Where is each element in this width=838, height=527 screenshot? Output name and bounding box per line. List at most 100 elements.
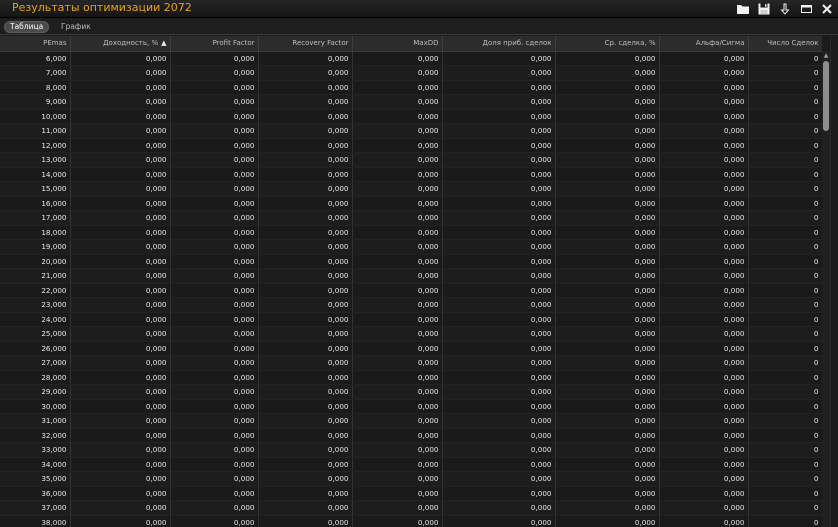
table-cell: 0,000 xyxy=(70,123,171,139)
table-row[interactable]: 21,000 0,000 0,000 0,000 0,000 0,000 0,000 0,00… xyxy=(0,268,822,284)
table-cell: 0,000 xyxy=(555,254,660,269)
maximize-icon[interactable] xyxy=(799,2,813,16)
table-cell: 0,000 xyxy=(258,94,353,110)
table-row[interactable]: 22,000 0,000 0,000 0,000 0,000 0,000 0,000 0,00… xyxy=(0,283,822,298)
table-row[interactable]: 8,000 0,000 0,000 0,000 0,000 0,000 0,000 0,000… xyxy=(0,80,822,95)
scroll-up-icon[interactable]: ▲ xyxy=(822,51,830,60)
table-row[interactable]: 19,000 0,000 0,000 0,000 0,000 0,000 0,000 0,00… xyxy=(0,239,822,255)
column-header-profit-factor[interactable]: Profit Factor xyxy=(170,36,259,52)
table-row[interactable]: 31,000 0,000 0,000 0,000 0,000 0,000 0,000 0,00… xyxy=(0,413,822,429)
table-cell: 0 xyxy=(748,196,822,211)
table-row[interactable]: 15,000 0,000 0,000 0,000 0,000 0,000 0,000 0,00… xyxy=(0,181,822,197)
table-row[interactable]: 16,000 0,000 0,000 0,000 0,000 0,000 0,000 0,00… xyxy=(0,196,822,211)
table-cell: 0,000 xyxy=(442,225,556,240)
close-icon[interactable] xyxy=(820,2,834,16)
table-cell: 0,000 xyxy=(258,181,353,197)
table-cell: 0,000 xyxy=(659,225,749,240)
download-icon[interactable] xyxy=(778,2,792,16)
table-cell: 0,000 xyxy=(70,500,171,516)
table-cell: 0,000 xyxy=(70,283,171,298)
column-header-win-share[interactable]: Доля приб. сделок xyxy=(442,36,556,52)
column-header-return[interactable]: Доходность, % ▲ xyxy=(70,36,171,52)
save-icon[interactable] xyxy=(757,2,771,16)
table-row[interactable]: 36,000 0,000 0,000 0,000 0,000 0,000 0,000 0,00… xyxy=(0,486,822,501)
table-row[interactable]: 7,000 0,000 0,000 0,000 0,000 0,000 0,000 0,000… xyxy=(0,65,822,81)
table-row[interactable]: 37,000 0,000 0,000 0,000 0,000 0,000 0,000 0,00… xyxy=(0,500,822,516)
table-row[interactable]: 14,000 0,000 0,000 0,000 0,000 0,000 0,000 0,00… xyxy=(0,167,822,182)
table-row[interactable]: 18,000 0,000 0,000 0,000 0,000 0,000 0,000 0,00… xyxy=(0,225,822,240)
table-cell: 0,000 xyxy=(659,152,749,168)
table-row[interactable]: 25,000 0,000 0,000 0,000 0,000 0,000 0,000 0,00… xyxy=(0,326,822,342)
table-row[interactable]: 26,000 0,000 0,000 0,000 0,000 0,000 0,000 0,00… xyxy=(0,341,822,356)
table-row[interactable]: 17,000 0,000 0,000 0,000 0,000 0,000 0,000 0,00… xyxy=(0,210,822,226)
vertical-scrollbar[interactable]: ▲ xyxy=(822,51,830,527)
table-cell: 25,000 xyxy=(0,326,71,342)
table-row[interactable]: 30,000 0,000 0,000 0,000 0,000 0,000 0,000 0,00… xyxy=(0,399,822,414)
table-cell: 0,000 xyxy=(258,138,353,153)
table-row[interactable]: 35,000 0,000 0,000 0,000 0,000 0,000 0,000 0,00… xyxy=(0,471,822,487)
table-cell: 0,000 xyxy=(70,370,171,385)
table-cell: 0,000 xyxy=(555,457,660,472)
table-row[interactable]: 10,000 0,000 0,000 0,000 0,000 0,000 0,000 0,00… xyxy=(0,109,822,124)
column-header-recovery-factor[interactable]: Recovery Factor xyxy=(258,36,353,52)
table-cell: 0 xyxy=(748,428,822,443)
table-cell: 0 xyxy=(748,210,822,226)
table-cell: 0 xyxy=(748,370,822,385)
table-cell: 0,000 xyxy=(352,167,443,182)
table-cell: 0 xyxy=(748,109,822,124)
table-cell: 15,000 xyxy=(0,181,71,197)
table-row[interactable]: 32,000 0,000 0,000 0,000 0,000 0,000 0,000 0,00… xyxy=(0,428,822,443)
table-row[interactable]: 20,000 0,000 0,000 0,000 0,000 0,000 0,000 0,00… xyxy=(0,254,822,269)
column-header-pemas[interactable]: PEmas xyxy=(0,36,71,52)
table-cell: 0 xyxy=(748,341,822,356)
table-cell: 0,000 xyxy=(555,152,660,168)
table-row[interactable]: 29,000 0,000 0,000 0,000 0,000 0,000 0,000 0,00… xyxy=(0,384,822,400)
scrollbar-thumb[interactable] xyxy=(823,61,829,131)
table-cell: 29,000 xyxy=(0,384,71,400)
folder-icon[interactable] xyxy=(736,2,750,16)
table-row[interactable]: 33,000 0,000 0,000 0,000 0,000 0,000 0,000 0,00… xyxy=(0,442,822,458)
table-cell: 0,000 xyxy=(555,297,660,313)
table-cell: 0,000 xyxy=(442,297,556,313)
table-cell: 0,000 xyxy=(659,283,749,298)
table-cell: 0,000 xyxy=(659,312,749,327)
table-cell: 0,000 xyxy=(659,51,749,66)
table-cell: 0,000 xyxy=(442,457,556,472)
table-row[interactable]: 24,000 0,000 0,000 0,000 0,000 0,000 0,000 0,00… xyxy=(0,312,822,327)
window-title: Результаты оптимизации 2072 xyxy=(12,1,192,14)
table-cell: 0,000 xyxy=(555,196,660,211)
table-row[interactable]: 23,000 0,000 0,000 0,000 0,000 0,000 0,000 0,00… xyxy=(0,297,822,313)
column-header-maxdd[interactable]: MaxDD xyxy=(352,36,443,52)
table-cell: 0,000 xyxy=(170,384,259,400)
table-cell: 0,000 xyxy=(70,326,171,342)
table-row[interactable]: 11,000 0,000 0,000 0,000 0,000 0,000 0,000 0,00… xyxy=(0,123,822,139)
table-cell: 0,000 xyxy=(442,428,556,443)
table-cell: 0,000 xyxy=(70,297,171,313)
table-cell: 0 xyxy=(748,94,822,110)
table-row[interactable]: 9,000 0,000 0,000 0,000 0,000 0,000 0,000 0,000… xyxy=(0,94,822,110)
table-cell: 0,000 xyxy=(170,312,259,327)
table-row[interactable]: 28,000 0,000 0,000 0,000 0,000 0,000 0,000 0,00… xyxy=(0,370,822,385)
table-cell: 0 xyxy=(748,268,822,284)
table-cell: 0,000 xyxy=(170,500,259,516)
table-cell: 31,000 xyxy=(0,413,71,429)
table-cell: 0 xyxy=(748,486,822,501)
tab-table[interactable]: Таблица xyxy=(4,21,50,33)
table-cell: 0,000 xyxy=(352,486,443,501)
table-row[interactable]: 27,000 0,000 0,000 0,000 0,000 0,000 0,000 0,00… xyxy=(0,355,822,371)
table-cell: 0,000 xyxy=(258,471,353,487)
table-row[interactable]: 34,000 0,000 0,000 0,000 0,000 0,000 0,000 0,00… xyxy=(0,457,822,472)
table-row[interactable]: 12,000 0,000 0,000 0,000 0,000 0,000 0,000 0,00… xyxy=(0,138,822,153)
table-cell: 0,000 xyxy=(659,326,749,342)
table-cell: 0,000 xyxy=(555,94,660,110)
tab-chart[interactable]: График xyxy=(56,21,96,33)
column-header-trade-count[interactable]: Число Сделок xyxy=(748,36,822,52)
table-row[interactable]: 6,000 0,000 0,000 0,000 0,000 0,000 0,000 0,000… xyxy=(0,51,822,66)
table-cell: 0,000 xyxy=(170,457,259,472)
column-header-alpha-sigma[interactable]: Альфа/Сигма xyxy=(659,36,749,52)
table-row[interactable]: 38,000 0,000 0,000 0,000 0,000 0,000 0,000 0,00… xyxy=(0,515,822,527)
table-cell: 0,000 xyxy=(659,515,749,527)
table-cell: 0,000 xyxy=(352,413,443,429)
table-row[interactable]: 13,000 0,000 0,000 0,000 0,000 0,000 0,000 0,00… xyxy=(0,152,822,168)
column-header-avg-trade[interactable]: Ср. сделка, % xyxy=(555,36,660,52)
